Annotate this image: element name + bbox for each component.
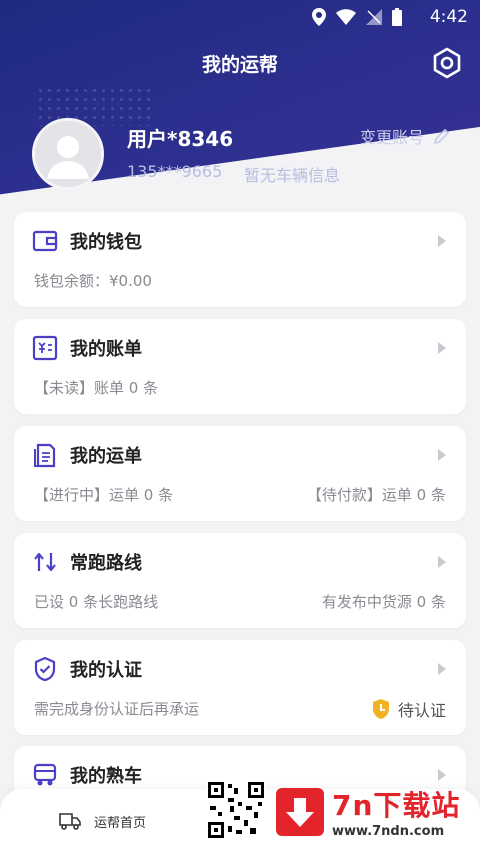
bill-title: 我的账单 (70, 339, 142, 360)
chevron-right-icon (438, 769, 446, 781)
watermark: 7n下载站 www.7ndn.com (276, 784, 460, 839)
chevron-right-icon (438, 235, 446, 247)
nav-home[interactable]: 运帮首页 (58, 811, 146, 831)
wallet-icon (32, 230, 58, 252)
username: 用户*8346 (127, 127, 234, 151)
certification-status: 待认证 (372, 697, 446, 721)
qr-code-image (206, 780, 266, 840)
route-card[interactable]: 常跑路线 已设 0 条长跑路线 有发布中货源 0 条 (14, 533, 466, 628)
phone-number: 135***9665 (127, 162, 223, 181)
route-count: 已设 0 条长跑路线 (34, 593, 159, 611)
certification-title: 我的认证 (70, 660, 142, 681)
wallet-title: 我的钱包 (70, 232, 142, 253)
chevron-right-icon (438, 556, 446, 568)
wifi-icon (336, 9, 356, 25)
battery-icon (392, 8, 402, 26)
change-account-label: 变更账号 (359, 128, 424, 147)
certification-status-label: 待认证 (397, 701, 446, 720)
watermark-brand: 7n下载站 (332, 789, 461, 822)
certification-card[interactable]: 我的认证 需完成身份认证后再承运 待认证 (14, 640, 466, 735)
edit-icon (434, 129, 449, 144)
waybill-in-progress[interactable]: 【进行中】运单 0 条 (34, 484, 173, 505)
waybill-icon (34, 443, 56, 468)
chevron-right-icon (438, 663, 446, 675)
status-time: 4:42 (429, 7, 468, 27)
wallet-balance: 钱包余额：¥0.00 (34, 272, 152, 290)
waybill-pending-payment[interactable]: 【待付款】运单 0 条 (307, 484, 446, 505)
route-cargo-count: 有发布中货源 0 条 (321, 593, 446, 611)
avatar[interactable] (32, 118, 104, 190)
certification-hint: 需完成身份认证后再承运 (34, 700, 200, 718)
waybill-card[interactable]: 我的运单 【进行中】运单 0 条 【待付款】运单 0 条 (14, 426, 466, 521)
route-title: 常跑路线 (70, 553, 142, 574)
waybill-title: 我的运单 (70, 446, 142, 467)
settings-icon[interactable] (430, 46, 464, 80)
familiar-vehicles-title: 我的熟车 (70, 766, 142, 787)
truck-outline-icon (59, 813, 81, 830)
nav-home-label: 运帮首页 (94, 815, 147, 831)
watermark-url: www.7ndn.com (332, 824, 445, 839)
download-logo-icon (276, 787, 324, 836)
truck-icon (33, 763, 57, 786)
wallet-card[interactable]: 我的钱包 钱包余额：¥0.00 (14, 212, 466, 307)
chevron-right-icon (438, 449, 446, 461)
status-bar: 4:42 (0, 0, 480, 34)
bill-card[interactable]: 我的账单 【未读】账单 0 条 (14, 319, 466, 414)
vehicle-info[interactable]: 暂无车辆信息 (244, 162, 340, 186)
bill-icon (32, 335, 58, 361)
location-icon (312, 8, 326, 26)
page-title: 我的运帮 (201, 54, 278, 76)
default-avatar-icon (35, 121, 101, 187)
route-icon (34, 552, 56, 572)
change-account-button[interactable]: 变更账号 (360, 124, 452, 148)
clock-badge-icon (372, 699, 389, 719)
signal-icon (366, 9, 382, 25)
shield-icon (34, 656, 56, 682)
bill-unread: 【未读】账单 0 条 (34, 379, 159, 397)
chevron-right-icon (438, 342, 446, 354)
